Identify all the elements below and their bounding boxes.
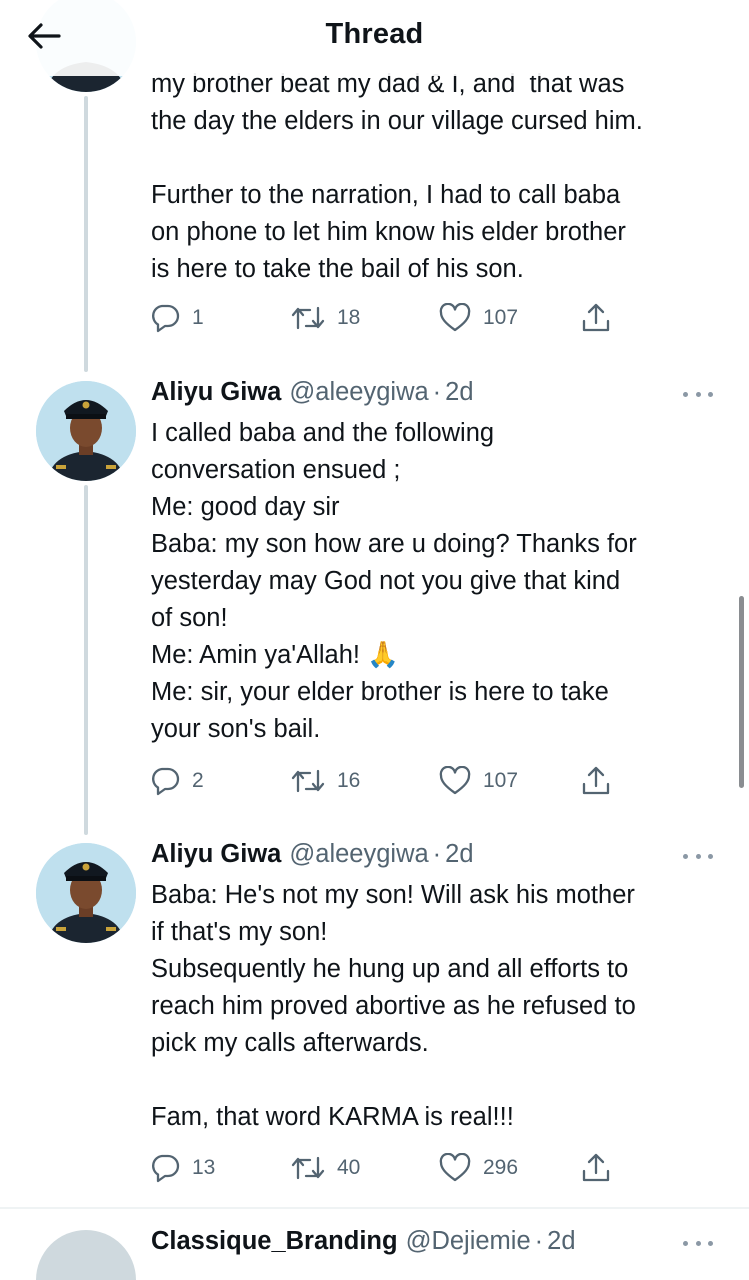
heart-icon	[439, 766, 471, 795]
retweet-icon	[291, 306, 325, 330]
tweet-actions: 13 40 296	[150, 1150, 620, 1186]
author-name[interactable]: Aliyu Giwa	[151, 840, 281, 869]
reply-count: 2	[192, 769, 204, 792]
author-handle[interactable]: @aleeygiwa	[289, 840, 428, 869]
heart-icon	[439, 1153, 471, 1182]
retweet-button[interactable]: 16	[291, 763, 360, 799]
retweet-count: 16	[337, 769, 361, 792]
reply-count: 13	[192, 1156, 216, 1179]
reply-button[interactable]: 2	[150, 763, 204, 799]
officer-avatar-image	[36, 381, 136, 481]
like-button[interactable]: 107	[439, 763, 518, 799]
more-dots-icon	[683, 853, 688, 859]
tweet-time[interactable]: 2d	[547, 1227, 575, 1256]
tweet-time[interactable]: 2d	[445, 378, 473, 407]
more-options-button[interactable]	[683, 1233, 713, 1253]
author-handle[interactable]: @aleeygiwa	[289, 378, 428, 407]
reply-bubble-icon	[152, 304, 180, 333]
reply-count: 1	[192, 306, 204, 329]
thread-connector	[84, 96, 88, 372]
avatar-aliyu-giwa[interactable]	[36, 843, 136, 943]
thread-connector	[84, 485, 88, 835]
retweet-icon	[291, 1156, 325, 1180]
tweet-time[interactable]: 2d	[445, 840, 473, 869]
tweet-text: I called baba and the following conversa…	[151, 415, 731, 748]
avatar-classique-branding[interactable]	[36, 1230, 136, 1280]
page-title: Thread	[325, 18, 424, 50]
heart-icon	[439, 303, 471, 332]
tweet-header: Classique_Branding @Dejiemie · 2d	[151, 1227, 576, 1261]
more-dots-icon	[683, 1240, 688, 1246]
share-icon	[582, 1153, 610, 1182]
scrollbar[interactable]	[739, 596, 744, 788]
retweet-count: 40	[337, 1156, 361, 1179]
reply-button[interactable]: 13	[150, 1150, 215, 1186]
more-options-button[interactable]	[683, 846, 713, 866]
author-handle[interactable]: @Dejiemie	[406, 1227, 531, 1256]
separator-dot: ·	[432, 840, 442, 868]
tweet-header: Aliyu Giwa @aleeygiwa · 2d	[151, 378, 474, 412]
retweet-button[interactable]: 40	[291, 1150, 360, 1186]
officer-avatar-image	[36, 843, 136, 943]
retweet-count: 18	[337, 306, 361, 329]
more-dots-icon	[683, 391, 688, 397]
share-button[interactable]	[580, 300, 612, 336]
author-name[interactable]: Aliyu Giwa	[151, 378, 281, 407]
tweet-divider	[0, 1207, 749, 1209]
reply-bubble-icon	[152, 1154, 180, 1183]
avatar-aliyu-giwa[interactable]	[36, 381, 136, 481]
share-button[interactable]	[580, 1150, 612, 1186]
like-button[interactable]: 296	[439, 1150, 518, 1186]
like-count: 107	[483, 306, 519, 329]
share-icon	[582, 766, 610, 795]
tweet-text: my brother beat my dad & I, and that was…	[151, 70, 643, 283]
top-bar: Thread	[0, 0, 749, 76]
like-button[interactable]: 107	[439, 300, 518, 336]
tweet-text-part: I called baba and the following conversa…	[151, 419, 637, 669]
reply-button[interactable]: 1	[150, 300, 204, 336]
reply-bubble-icon	[152, 767, 180, 796]
more-options-button[interactable]	[683, 384, 713, 404]
tweet-actions: 2 16 107	[150, 763, 620, 799]
share-icon	[582, 303, 610, 332]
tweet-actions: 1 18 107	[150, 300, 620, 336]
pray-emoji: 🙏	[367, 640, 399, 670]
like-count: 296	[483, 1156, 519, 1179]
retweet-icon	[291, 769, 325, 793]
tweet-text: Baba: He's not my son! Will ask his moth…	[151, 881, 636, 1131]
like-count: 107	[483, 769, 519, 792]
tweet-text-part: Me: sir, your elder brother is here to t…	[151, 678, 609, 743]
separator-dot: ·	[534, 1227, 544, 1255]
author-name[interactable]: Classique_Branding	[151, 1227, 398, 1256]
tweet-header: Aliyu Giwa @aleeygiwa · 2d	[151, 840, 474, 874]
share-button[interactable]	[580, 763, 612, 799]
retweet-button[interactable]: 18	[291, 300, 360, 336]
separator-dot: ·	[432, 378, 442, 406]
